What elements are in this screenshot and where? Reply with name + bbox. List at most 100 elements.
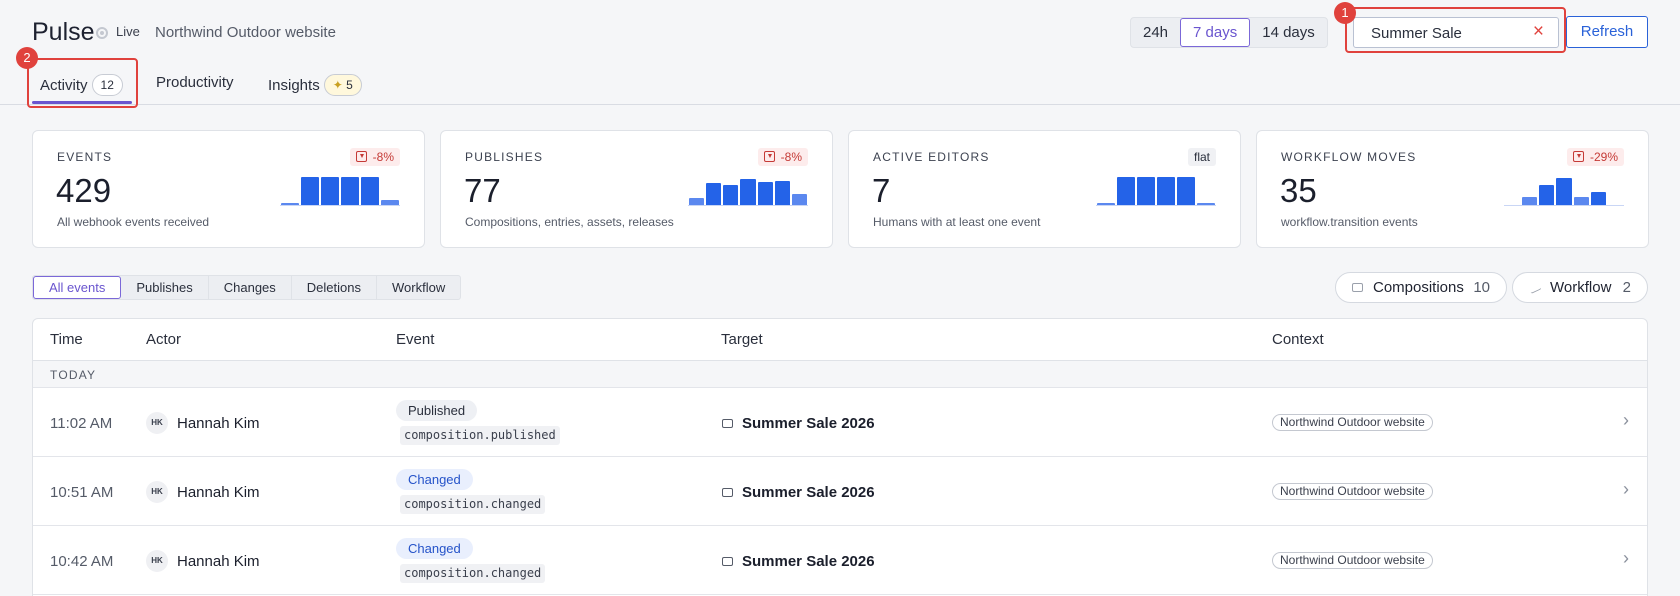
sparkline-bar	[381, 200, 399, 205]
kpi-label: EVENTS	[57, 150, 113, 164]
row-time: 10:42 AM	[50, 553, 114, 570]
range-7-days-button[interactable]: 7 days	[1180, 18, 1251, 47]
trend-down-icon	[763, 151, 775, 162]
time-range-selector: 24h 7 days 14 days	[1130, 17, 1328, 48]
active-tab-indicator	[32, 101, 132, 104]
sparkline-bar	[774, 181, 790, 205]
page-header: Pulse Live Northwind Outdoor website 24h…	[0, 0, 1680, 108]
event-code: composition.changed	[400, 564, 546, 583]
kpi-delta-badge: -8%	[757, 148, 808, 166]
kpi-label: PUBLISHES	[465, 150, 544, 164]
kpi-description: Compositions, entries, assets, releases	[465, 215, 674, 229]
workflow-filter-pill[interactable]: Workflow 2	[1512, 272, 1648, 303]
sparkline-bar	[341, 177, 359, 205]
pill-count: 10	[1473, 279, 1490, 296]
tab-activity[interactable]: Activity 12	[40, 74, 123, 96]
workflow-icon	[1527, 281, 1542, 294]
range-14-days-button[interactable]: 14 days	[1250, 18, 1327, 47]
sparkline-bar	[321, 177, 339, 205]
pill-label: Workflow	[1550, 279, 1612, 296]
group-header-row: TODAY	[33, 361, 1647, 388]
row-time: 11:02 AM	[50, 415, 113, 432]
sparkline-bar	[757, 182, 773, 205]
composition-icon	[722, 557, 733, 566]
table-row[interactable]: 11:02 AM HK Hannah Kim Published composi…	[33, 388, 1647, 457]
row-target: Summer Sale 2026	[742, 415, 875, 432]
sparkline-bar	[1197, 203, 1215, 205]
event-type-filter: All events Publishes Changes Deletions W…	[32, 275, 462, 300]
filter-workflow[interactable]: Workflow	[377, 276, 460, 299]
trend-down-icon	[1572, 151, 1584, 162]
kpi-delta-value: flat	[1193, 150, 1210, 164]
tab-insights[interactable]: Insights ✦ 5	[268, 74, 362, 96]
group-label: TODAY	[50, 368, 97, 382]
kpi-value: 35	[1280, 172, 1317, 209]
kpi-value: 429	[56, 172, 112, 209]
chevron-right-icon[interactable]: ›	[1623, 548, 1629, 569]
avatar: HK	[146, 412, 168, 434]
kpi-card-workflow-moves: WORKFLOW MOVES 35 workflow.transition ev…	[1256, 130, 1649, 248]
sparkline	[280, 176, 400, 206]
row-target: Summer Sale 2026	[742, 553, 875, 570]
kpi-delta-badge: -29%	[1566, 148, 1624, 166]
column-header-actor: Actor	[146, 331, 182, 348]
pill-label: Compositions	[1373, 279, 1464, 296]
column-header-target: Target	[721, 331, 763, 348]
filter-deletions[interactable]: Deletions	[292, 276, 377, 299]
event-badge: Changed	[396, 469, 473, 490]
trend-down-icon	[355, 151, 367, 162]
kpi-card-events: EVENTS 429 All webhook events received -…	[32, 130, 425, 248]
live-label: Live	[116, 24, 140, 39]
chevron-right-icon[interactable]: ›	[1623, 410, 1629, 431]
table-row[interactable]: 10:51 AM HK Hannah Kim Changed compositi…	[33, 457, 1647, 526]
sparkline-bar	[1097, 203, 1115, 205]
filter-publishes[interactable]: Publishes	[121, 276, 209, 299]
sparkline-bar	[301, 177, 319, 205]
composition-icon	[722, 488, 733, 497]
kpi-description: Humans with at least one event	[873, 215, 1041, 229]
activity-table: Time Actor Event Target Context TODAY 11…	[32, 318, 1648, 596]
kpi-delta-value: -8%	[372, 150, 394, 164]
sparkline	[1504, 176, 1624, 206]
chevron-right-icon[interactable]: ›	[1623, 479, 1629, 500]
row-actor: Hannah Kim	[177, 553, 260, 570]
tab-activity-count: 12	[91, 74, 123, 96]
tab-activity-label: Activity	[40, 77, 88, 94]
kpi-description: All webhook events received	[57, 215, 210, 229]
tab-insights-count-value: 5	[346, 78, 353, 92]
sparkline-bar	[281, 203, 299, 205]
filter-all-events[interactable]: All events	[33, 276, 122, 299]
callout-badge-2: 2	[16, 47, 38, 69]
range-24h-button[interactable]: 24h	[1131, 18, 1180, 47]
sparkline-bar	[1117, 177, 1135, 205]
kpi-delta-badge: -8%	[349, 148, 400, 166]
kpi-value: 77	[464, 172, 501, 209]
tab-insights-count: ✦ 5	[323, 74, 362, 96]
tab-productivity[interactable]: Productivity	[156, 74, 234, 91]
sparkline-bar	[1522, 197, 1538, 205]
sparkline-bar	[1590, 192, 1606, 205]
sparkline	[688, 176, 808, 206]
row-target: Summer Sale 2026	[742, 484, 875, 501]
sparkline-bar	[1177, 177, 1195, 205]
event-badge: Changed	[396, 538, 473, 559]
column-header-context: Context	[1272, 331, 1324, 348]
sparkline-bar	[689, 198, 705, 205]
filter-changes[interactable]: Changes	[209, 276, 292, 299]
kpi-delta-value: -29%	[1589, 150, 1618, 164]
table-row[interactable]: 10:42 AM HK Hannah Kim Changed compositi…	[33, 526, 1647, 595]
context-tag: Northwind Outdoor website	[1272, 552, 1433, 569]
row-time: 10:51 AM	[50, 484, 114, 501]
site-name: Northwind Outdoor website	[155, 24, 336, 41]
kpi-label: ACTIVE EDITORS	[873, 150, 990, 164]
sparkline-bar	[1539, 185, 1555, 205]
context-tag: Northwind Outdoor website	[1272, 414, 1433, 431]
refresh-button[interactable]: Refresh	[1566, 16, 1648, 48]
avatar: HK	[146, 481, 168, 503]
event-code: composition.published	[400, 426, 560, 445]
sparkline-bar	[1137, 177, 1155, 205]
composition-icon	[1352, 283, 1363, 292]
callout-box-search	[1345, 7, 1566, 53]
compositions-filter-pill[interactable]: Compositions 10	[1335, 272, 1507, 303]
tab-productivity-label: Productivity	[156, 74, 234, 91]
